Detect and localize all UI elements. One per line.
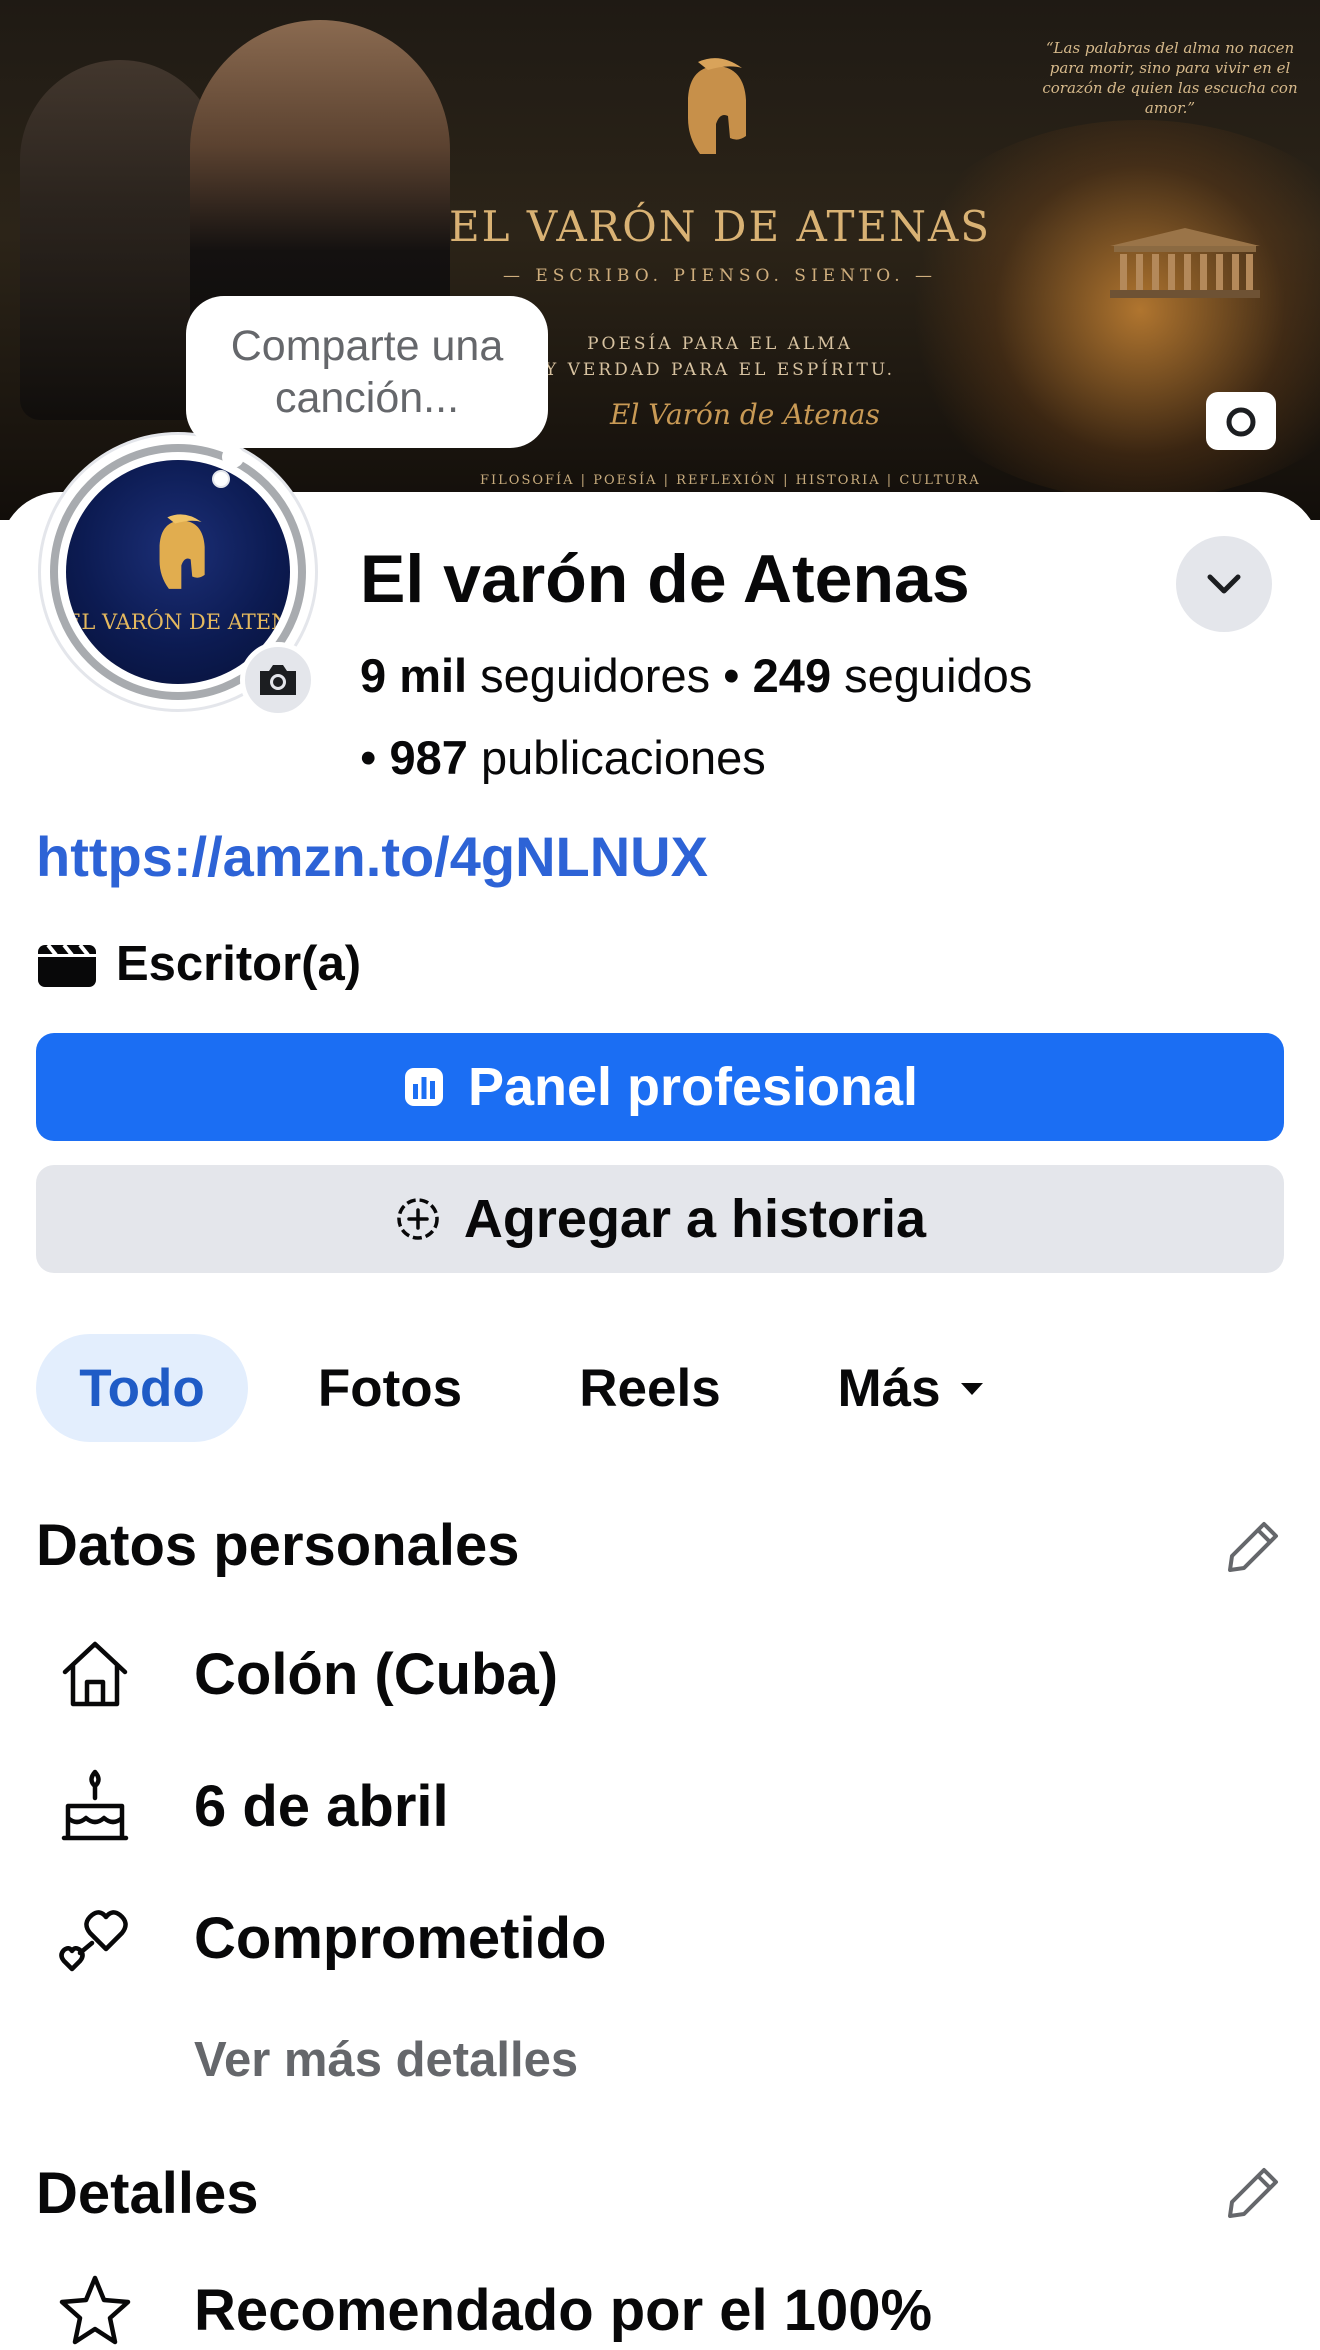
home-icon (36, 1634, 154, 1714)
posts-bullet: • (360, 731, 390, 784)
clapperboard-icon (38, 943, 96, 987)
add-to-story-button[interactable]: Agregar a historia (36, 1165, 1284, 1273)
follow-stats: 9 mil seguidores • 249 seguidos (360, 648, 1032, 703)
helmet-logo-icon (159, 514, 205, 589)
list-item-relationship: Comprometido (36, 1898, 606, 1978)
tab-photos[interactable]: Fotos (290, 1334, 490, 1442)
avatar-logo-text: EL VARÓN DE ATENAS (66, 610, 290, 634)
cover-quote: “Las palabras del alma no nacen para mor… (1042, 39, 1298, 117)
profile-category: Escritor(a) (36, 936, 361, 992)
cover-signature: El Varón de Atenas (610, 398, 880, 431)
helmet-logo-icon (688, 58, 746, 154)
followers-count[interactable]: 9 mil (360, 649, 467, 702)
following-label: seguidos (831, 649, 1033, 702)
list-item-birthday: 6 de abril (36, 1766, 449, 1846)
star-icon (36, 2270, 154, 2350)
cake-icon (36, 1766, 154, 1846)
following-count[interactable]: 249 (753, 649, 831, 702)
temple-illustration (1110, 228, 1260, 298)
followers-label: seguidores • (467, 649, 753, 702)
chart-icon (402, 1065, 446, 1109)
camera-icon (260, 665, 296, 695)
professional-dashboard-button[interactable]: Panel profesional (36, 1033, 1284, 1141)
tab-more-label: Más (837, 1358, 941, 1418)
tab-all[interactable]: Todo (36, 1334, 248, 1442)
note-bubble-tail (212, 470, 230, 488)
personal-details-heading: Datos personales (36, 1513, 520, 1578)
details-heading: Detalles (36, 2161, 259, 2226)
profile-options-button[interactable] (1176, 536, 1272, 632)
tab-more[interactable]: Más (818, 1334, 1008, 1442)
hometown-text: Colón (Cuba) (194, 1641, 559, 1707)
category-label: Escritor(a) (116, 937, 362, 991)
relationship-text: Comprometido (194, 1905, 607, 1971)
note-bubble-tail (222, 446, 244, 468)
tab-reels[interactable]: Reels (560, 1334, 740, 1442)
list-item-recommendation: Recomendado por el 100% (36, 2270, 932, 2350)
pencil-icon[interactable] (1224, 2164, 1282, 2222)
chevron-down-icon (1207, 574, 1241, 594)
note-bubble[interactable]: Comparte una canción... (186, 296, 548, 448)
posts-count: 987 (389, 731, 468, 784)
edit-cover-camera-button[interactable] (1206, 392, 1276, 450)
recommendation-text: Recomendado por el 100% (194, 2277, 933, 2343)
posts-label: publicaciones (467, 731, 766, 784)
add-to-story-label: Agregar a historia (463, 1189, 927, 1249)
edit-avatar-camera-button[interactable] (240, 642, 316, 718)
hearts-icon (36, 1898, 154, 1978)
profile-name: El varón de Atenas (360, 541, 970, 617)
see-more-details-link[interactable]: Ver más detalles (194, 2032, 578, 2088)
list-item-hometown: Colón (Cuba) (36, 1634, 558, 1714)
add-story-icon (394, 1195, 442, 1243)
cover-topics: FILOSOFÍA | POESÍA | REFLEXIÓN | HISTORI… (480, 473, 981, 488)
profile-link[interactable]: https://amzn.to/4gNLNUX (36, 824, 708, 889)
pencil-icon[interactable] (1224, 1518, 1282, 1576)
professional-dashboard-label: Panel profesional (467, 1057, 919, 1117)
caret-down-icon (960, 1383, 983, 1395)
birthday-text: 6 de abril (194, 1773, 449, 1839)
post-stats: • 987 publicaciones (360, 730, 766, 785)
camera-icon (1226, 407, 1256, 437)
